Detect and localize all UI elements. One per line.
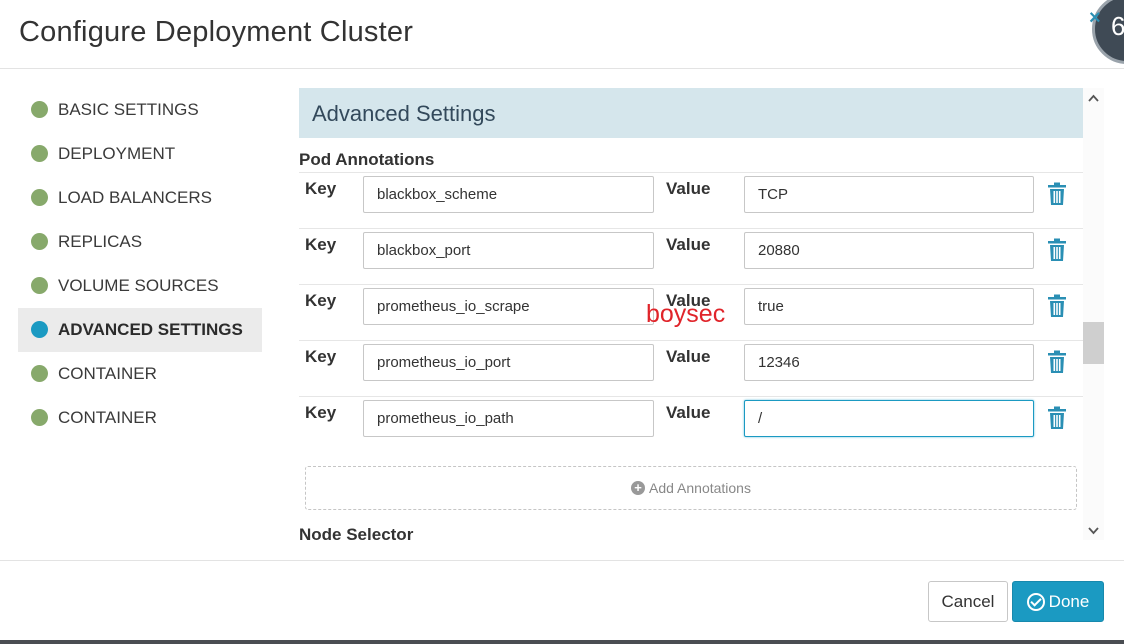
annotation-key-input[interactable] xyxy=(363,232,654,269)
sidebar-item-basic-settings[interactable]: BASIC SETTINGS xyxy=(18,88,262,132)
annotation-value-input[interactable] xyxy=(744,344,1034,381)
section-title: Advanced Settings xyxy=(312,101,496,126)
section-header: Advanced Settings xyxy=(299,88,1083,138)
annotation-value-input[interactable] xyxy=(744,288,1034,325)
value-label: Value xyxy=(666,179,711,198)
watermark-text: boysec xyxy=(646,300,726,328)
configure-cluster-modal: Configure Deployment Cluster 6 × BASIC S… xyxy=(0,0,1124,640)
status-dot-icon xyxy=(31,189,48,206)
corner-badge-number: 6 xyxy=(1111,11,1124,41)
check-circle-icon xyxy=(1026,592,1045,611)
annotation-value-input[interactable] xyxy=(744,400,1034,437)
sidebar-item-label: DEPLOYMENT xyxy=(58,144,176,163)
value-label: Value xyxy=(666,403,711,422)
key-label: Key xyxy=(305,403,337,422)
sidebar-item-label: ADVANCED SETTINGS xyxy=(58,320,243,339)
status-dot-icon xyxy=(31,233,48,250)
value-label: Value xyxy=(666,347,711,366)
sidebar-item-container[interactable]: CONTAINER xyxy=(18,352,262,396)
sidebar-item-advanced-settings[interactable]: ADVANCED SETTINGS xyxy=(18,308,262,352)
key-label: Key xyxy=(305,291,337,310)
done-button-label: Done xyxy=(1048,591,1090,611)
status-dot-icon xyxy=(31,365,48,382)
pod-annotations-title: Pod Annotations xyxy=(299,150,435,169)
done-button[interactable]: Done xyxy=(1012,581,1104,622)
status-dot-icon xyxy=(31,101,48,118)
trash-icon[interactable] xyxy=(1046,238,1068,262)
chevron-down-icon[interactable] xyxy=(1087,524,1100,537)
sidebar-item-volume-sources[interactable]: VOLUME SOURCES xyxy=(18,264,262,308)
window-bottom-edge xyxy=(0,640,1124,644)
key-label: Key xyxy=(305,235,337,254)
sidebar-item-load-balancers[interactable]: LOAD BALANCERS xyxy=(18,176,262,220)
status-dot-icon xyxy=(31,145,48,162)
annotation-row: Key Value xyxy=(299,340,1083,396)
annotation-key-input[interactable] xyxy=(363,400,654,437)
trash-icon[interactable] xyxy=(1046,294,1068,318)
annotation-row: Key Value xyxy=(299,172,1083,228)
status-dot-icon xyxy=(31,277,48,294)
sidebar-item-label: CONTAINER xyxy=(58,408,157,427)
modal-footer: Cancel Done xyxy=(0,560,1124,640)
chevron-up-icon[interactable] xyxy=(1087,92,1100,105)
status-dot-icon xyxy=(31,321,48,338)
scrollbar-thumb[interactable] xyxy=(1083,322,1104,364)
status-dot-icon xyxy=(31,409,48,426)
annotation-key-input[interactable] xyxy=(363,344,654,381)
sidebar-item-replicas[interactable]: REPLICAS xyxy=(18,220,262,264)
trash-icon[interactable] xyxy=(1046,406,1068,430)
annotation-value-input[interactable] xyxy=(744,232,1034,269)
annotation-key-input[interactable] xyxy=(363,288,654,325)
modal-header: Configure Deployment Cluster 6 × xyxy=(0,0,1124,69)
trash-icon[interactable] xyxy=(1046,350,1068,374)
key-label: Key xyxy=(305,179,337,198)
sidebar-item-label: REPLICAS xyxy=(58,232,143,251)
annotation-row: Key Value xyxy=(299,228,1083,284)
add-annotations-button[interactable]: + Add Annotations xyxy=(305,466,1077,510)
annotation-key-input[interactable] xyxy=(363,176,654,213)
sidebar-item-container[interactable]: CONTAINER xyxy=(18,396,262,440)
add-annotations-label: Add Annotations xyxy=(649,480,751,496)
annotation-row: Key Value xyxy=(299,396,1083,452)
value-label: Value xyxy=(666,235,711,254)
content-scrollbar[interactable] xyxy=(1083,88,1104,540)
sidebar-item-label: VOLUME SOURCES xyxy=(58,276,219,295)
plus-circle-icon: + xyxy=(631,481,645,495)
sidebar-item-label: CONTAINER xyxy=(58,364,157,383)
wizard-sidebar: BASIC SETTINGS DEPLOYMENT LOAD BALANCERS… xyxy=(18,88,262,440)
modal-title: Configure Deployment Cluster xyxy=(19,16,414,48)
key-label: Key xyxy=(305,347,337,366)
cancel-button[interactable]: Cancel xyxy=(928,581,1008,622)
sidebar-item-label: LOAD BALANCERS xyxy=(58,188,212,207)
annotation-value-input[interactable] xyxy=(744,176,1034,213)
close-icon[interactable]: × xyxy=(1089,8,1105,28)
sidebar-item-label: BASIC SETTINGS xyxy=(58,100,199,119)
trash-icon[interactable] xyxy=(1046,182,1068,206)
node-selector-title: Node Selector xyxy=(299,525,414,540)
sidebar-item-deployment[interactable]: DEPLOYMENT xyxy=(18,132,262,176)
